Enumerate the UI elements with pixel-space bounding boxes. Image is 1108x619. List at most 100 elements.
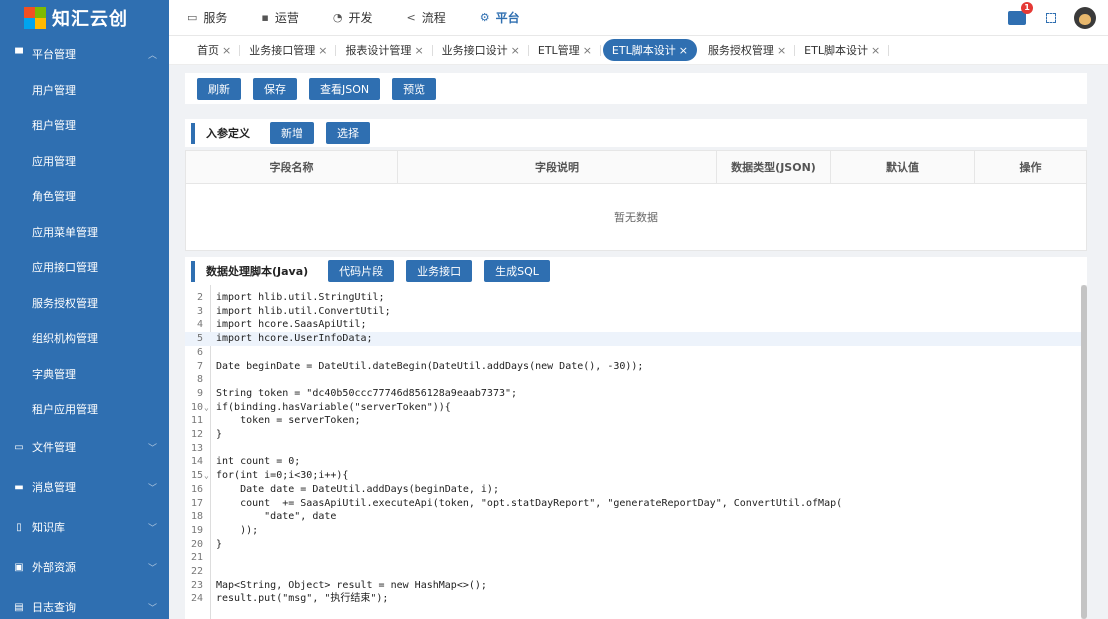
code-line[interactable]: 16 Date date = DateUtil.addDays(beginDat…: [185, 483, 1081, 497]
scrollbar-thumb[interactable]: [1081, 285, 1087, 619]
line-number: 13: [190, 442, 203, 454]
top-nav-operation[interactable]: ▪ 运营: [261, 9, 298, 26]
close-icon[interactable]: ×: [222, 44, 231, 57]
close-icon[interactable]: ×: [679, 44, 688, 57]
code-line[interactable]: 10 ⌄ if(binding.hasVariable("serverToken")…: [185, 401, 1081, 415]
sidebar-item-service-auth[interactable]: 服务授权管理: [0, 285, 169, 321]
sidebar-group-label: 文件管理: [32, 441, 76, 454]
code-line[interactable]: 9 String token = "dc40b50ccc77746d856128a…: [185, 387, 1081, 401]
editor-scrollbar[interactable]: [1081, 285, 1087, 619]
sidebar-group-logs[interactable]: ▤ 日志查询 ﹀: [0, 587, 169, 619]
sidebar-group-files[interactable]: ▭ 文件管理 ﹀: [0, 427, 169, 467]
code-line[interactable]: 18 "date", date: [185, 510, 1081, 524]
code-line[interactable]: 7 Date beginDate = DateUtil.dateBegin(Dat…: [185, 360, 1081, 374]
app-title: 知汇云创: [52, 9, 128, 30]
top-nav-platform[interactable]: ⚙ 平台: [480, 9, 520, 26]
code-line[interactable]: 3 import hlib.util.ConvertUtil;: [185, 305, 1081, 319]
sidebar-group-knowledge[interactable]: ▯ 知识库 ﹀: [0, 507, 169, 547]
code-line[interactable]: 5 import hcore.UserInfoData;: [185, 332, 1081, 346]
tab-etl-mgmt[interactable]: ETL管理 ×: [529, 39, 601, 61]
chevron-down-icon: ﹀: [147, 523, 157, 534]
code-line[interactable]: 15 ⌄ for(int i=0;i<30;i++){: [185, 469, 1081, 483]
generate-sql-button[interactable]: 生成SQL: [484, 260, 550, 282]
fold-icon[interactable]: ⌄: [204, 469, 209, 483]
tab-service-auth-mgmt[interactable]: 服务授权管理 ×: [699, 39, 796, 61]
develop-icon: ◔: [332, 11, 343, 24]
sidebar-group-messages[interactable]: ▬ 消息管理 ﹀: [0, 467, 169, 507]
code-line[interactable]: 13: [185, 442, 1081, 456]
tab-label: ETL脚本设计: [611, 44, 676, 57]
sidebar-item-roles[interactable]: 角色管理: [0, 179, 169, 215]
sidebar-item-dictionary[interactable]: 字典管理: [0, 356, 169, 392]
tab-etl-script-design[interactable]: ETL脚本设计 ×: [602, 39, 697, 61]
sidebar-group-external[interactable]: ▣ 外部资源 ﹀: [0, 547, 169, 587]
close-icon[interactable]: ×: [871, 44, 880, 57]
code-snippet-button[interactable]: 代码片段: [328, 260, 395, 282]
sidebar-item-tenant-apps[interactable]: 租户应用管理: [0, 392, 169, 428]
fold-icon[interactable]: ⌄: [204, 401, 209, 415]
line-number: 20: [190, 538, 203, 550]
top-nav-label: 开发: [348, 11, 373, 25]
top-right-tools: 1: [1008, 0, 1096, 36]
line-number: 7: [196, 360, 203, 372]
business-api-button[interactable]: 业务接口: [406, 260, 473, 282]
top-nav-develop[interactable]: ◔ 开发: [333, 9, 373, 26]
close-icon[interactable]: ×: [414, 44, 423, 57]
code-line[interactable]: 6: [185, 346, 1081, 360]
tab-home[interactable]: 首页 ×: [189, 39, 241, 61]
sidebar-group-platform[interactable]: ▀ 平台管理 ︿: [0, 36, 169, 72]
view-json-button[interactable]: 查看JSON: [309, 77, 381, 100]
notification-badge: 1: [1021, 2, 1033, 14]
code-line[interactable]: 14 int count = 0;: [185, 455, 1081, 469]
code-line[interactable]: 20}: [185, 538, 1081, 552]
tab-etl-script-design-2[interactable]: ETL脚本设计 ×: [795, 39, 890, 61]
add-param-button[interactable]: 新增: [270, 122, 314, 144]
save-button[interactable]: 保存: [253, 77, 297, 100]
code-line[interactable]: 2 import hlib.util.StringUtil;: [185, 291, 1081, 305]
chevron-down-icon: ﹀: [147, 443, 157, 454]
close-icon[interactable]: ×: [583, 44, 592, 57]
code-line[interactable]: 23 Map<String, Object> result = new HashM…: [185, 579, 1081, 593]
code-line[interactable]: 11 token = serverToken;: [185, 414, 1081, 428]
code-line[interactable]: 22: [185, 565, 1081, 579]
code-text: }: [216, 429, 223, 440]
tab-report-design-mgmt[interactable]: 报表设计管理 ×: [336, 39, 433, 61]
tab-label: 报表设计管理: [345, 44, 412, 57]
code-editor[interactable]: 2 import hlib.util.StringUtil; 3 import hli…: [185, 285, 1081, 619]
top-nav-label: 平台: [495, 11, 520, 25]
preview-button[interactable]: 预览: [392, 77, 437, 100]
select-param-button[interactable]: 选择: [326, 122, 370, 144]
column-header-default: 默认值: [831, 151, 975, 183]
code-line[interactable]: 24 result.put("msg", "执行结束");: [185, 592, 1081, 606]
sidebar-group-label: 知识库: [32, 521, 65, 534]
sidebar-item-app-apis[interactable]: 应用接口管理: [0, 250, 169, 286]
sidebar-item-app-menus[interactable]: 应用菜单管理: [0, 214, 169, 250]
top-nav-service[interactable]: ▭ 服务: [187, 9, 227, 26]
sidebar-item-org[interactable]: 组织机构管理: [0, 321, 169, 357]
sidebar-item-tenants[interactable]: 租户管理: [0, 108, 169, 144]
close-icon[interactable]: ×: [511, 44, 520, 57]
code-line[interactable]: 8: [185, 373, 1081, 387]
tab-business-api-design[interactable]: 业务接口设计 ×: [433, 39, 530, 61]
sidebar-item-users[interactable]: 用户管理: [0, 72, 169, 108]
line-number: 17: [190, 497, 203, 509]
code-text: count += SaasApiUtil.executeApi(token, "…: [216, 497, 843, 509]
tab-business-api-mgmt[interactable]: 业务接口管理 ×: [240, 39, 337, 61]
top-nav-flow[interactable]: < 流程: [407, 9, 446, 26]
code-line[interactable]: 4 import hcore.SaasApiUtil;: [185, 318, 1081, 332]
app-logo[interactable]: 知汇云创: [0, 0, 169, 36]
code-line[interactable]: 19 ));: [185, 524, 1081, 538]
code-line[interactable]: 12}: [185, 428, 1081, 442]
sidebar-item-apps[interactable]: 应用管理: [0, 143, 169, 179]
code-line[interactable]: 17 count += SaasApiUtil.executeApi(token…: [185, 497, 1081, 511]
fullscreen-icon[interactable]: [1046, 13, 1056, 23]
refresh-button[interactable]: 刷新: [197, 77, 241, 100]
close-icon[interactable]: ×: [318, 44, 327, 57]
close-icon[interactable]: ×: [777, 44, 786, 57]
script-section-header: 数据处理脚本(Java) 代码片段 业务接口 生成SQL: [185, 257, 1087, 285]
code-text: "date", date: [216, 511, 337, 523]
code-line[interactable]: 21: [185, 551, 1081, 565]
notification-button[interactable]: 1: [1008, 2, 1033, 25]
book-icon: ▯: [16, 521, 22, 533]
avatar[interactable]: [1074, 7, 1096, 29]
